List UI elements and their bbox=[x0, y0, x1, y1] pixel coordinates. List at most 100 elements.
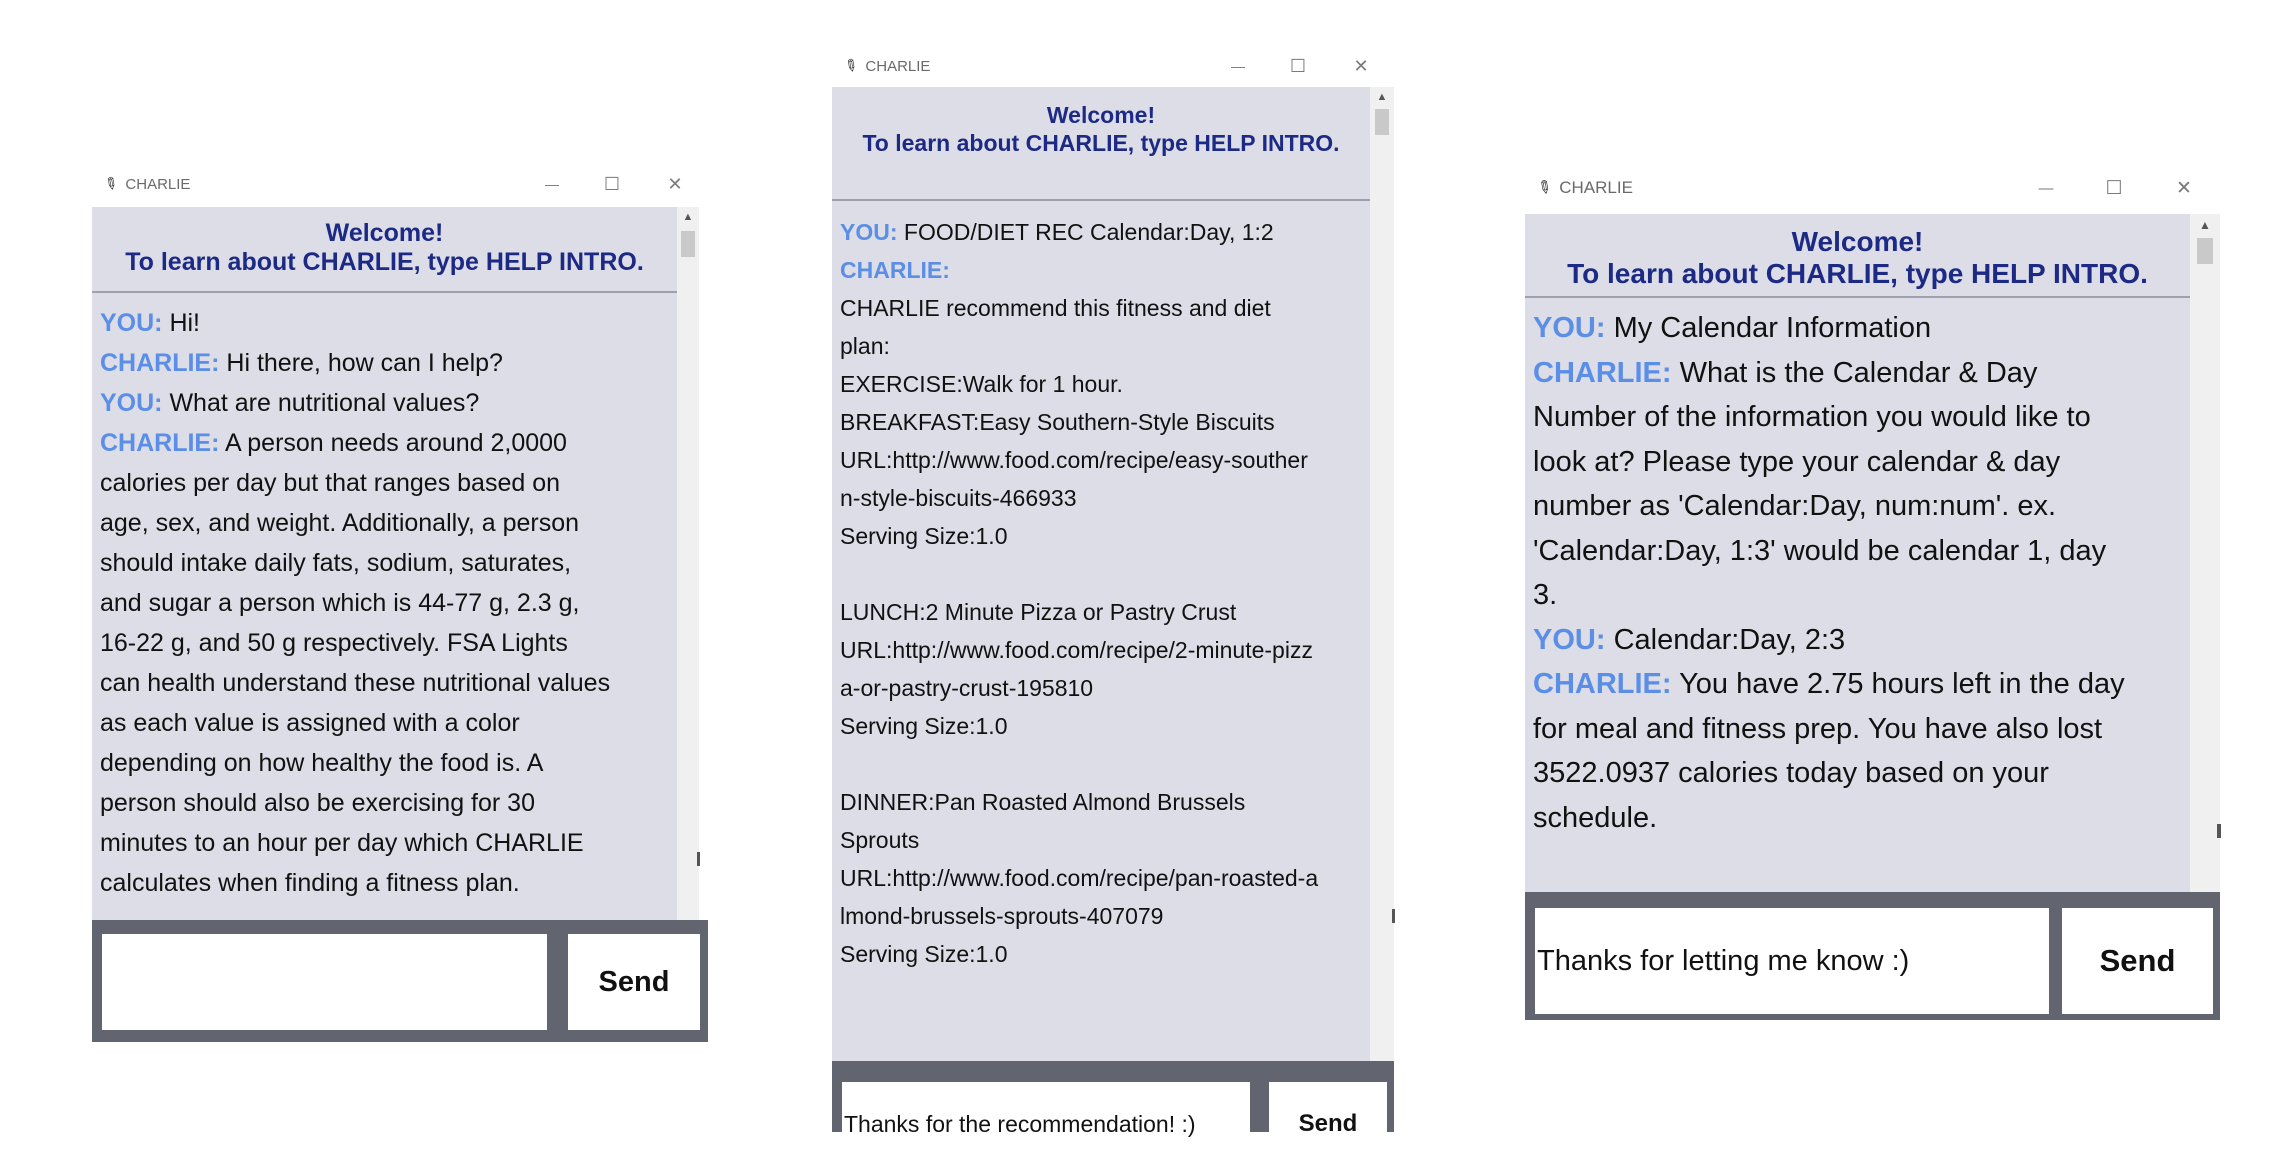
close-icon[interactable]: ✕ bbox=[642, 174, 708, 195]
help-intro-line: To learn about CHARLIE, type HELP INTRO. bbox=[862, 130, 1340, 156]
message-text: URL:http://www.food.com/recipe/easy-sout… bbox=[840, 447, 1308, 473]
input-area: Thanks for the recommendation! :) Send bbox=[832, 1061, 1394, 1166]
message-text: Hi there, how can I help? bbox=[226, 349, 503, 377]
scroll-thumb[interactable] bbox=[2197, 238, 2213, 264]
scroll-position-mark bbox=[1392, 909, 1395, 923]
minimize-icon[interactable]: — bbox=[522, 176, 582, 192]
scroll-thumb[interactable] bbox=[1375, 109, 1389, 135]
scroll-up-arrow[interactable]: ▲ bbox=[1370, 91, 1394, 103]
message-text: Calendar:Day, 2:3 bbox=[1613, 623, 1846, 656]
close-icon[interactable]: ✕ bbox=[2148, 177, 2220, 200]
chat-scrollbar[interactable]: ▲ bbox=[1370, 87, 1395, 1061]
maximize-icon[interactable]: ☐ bbox=[1268, 56, 1328, 77]
message-text: What is the Calendar & Day bbox=[1679, 356, 2038, 389]
message-text: Serving Size:1.0 bbox=[840, 523, 1008, 549]
input-area: Thanks for letting me know :) Send bbox=[1525, 892, 2220, 1020]
welcome-header: Welcome! To learn about CHARLIE, type HE… bbox=[92, 207, 677, 293]
message-text: schedule. bbox=[1533, 801, 1658, 834]
message-text: number as 'Calendar:Day, num:num'. ex. bbox=[1533, 490, 2057, 522]
chat-log[interactable]: YOU: My Calendar Information CHARLIE: Wha… bbox=[1525, 298, 2190, 892]
speaker-label: CHARLIE: bbox=[100, 429, 220, 457]
message-input[interactable]: Thanks for letting me know :) bbox=[1535, 908, 2049, 1014]
speaker-label: YOU: bbox=[100, 309, 163, 337]
chat-message: CHARLIE: CHARLIE recommend this fitness … bbox=[840, 251, 1362, 327]
message-input[interactable] bbox=[102, 934, 547, 1030]
scroll-position-mark bbox=[697, 852, 700, 866]
chat-message: YOU: What are nutritional values? bbox=[100, 383, 669, 423]
message-text: BREAKFAST:Easy Southern-Style Biscuits bbox=[840, 409, 1275, 435]
send-button[interactable]: Send bbox=[2062, 908, 2213, 1014]
chat-log[interactable]: YOU: FOOD/DIET REC Calendar:Day, 1:2 CHAR… bbox=[832, 201, 1370, 1061]
speaker-label: CHARLIE: bbox=[100, 349, 220, 377]
message-text: Sprouts bbox=[840, 827, 920, 853]
message-text: person should also be exercising for 30 bbox=[100, 789, 535, 817]
maximize-icon[interactable]: ☐ bbox=[582, 174, 642, 195]
title-bar[interactable]: ✎ CHARLIE — ☐ ✕ bbox=[92, 168, 708, 200]
message-text: as each value is assigned with a color bbox=[100, 709, 520, 737]
message-text: n-style-biscuits-466933 bbox=[840, 485, 1077, 511]
message-text: DINNER:Pan Roasted Almond Brussels bbox=[840, 789, 1246, 815]
welcome-header: Welcome! To learn about CHARLIE, type HE… bbox=[832, 87, 1370, 201]
chat-scrollbar[interactable]: ▲ bbox=[677, 207, 700, 920]
chat-log[interactable]: YOU: Hi! CHARLIE: Hi there, how can I hel… bbox=[92, 293, 677, 920]
message-text: Serving Size:1.0 bbox=[840, 941, 1008, 967]
speaker-label: CHARLIE: bbox=[840, 257, 950, 283]
speaker-label: YOU: bbox=[1533, 312, 1606, 344]
chat-window-1: ✎ CHARLIE — ☐ ✕ Welcome! To learn about … bbox=[92, 168, 708, 1042]
chat-message: CHARLIE: A person needs around 2,0000 bbox=[100, 423, 669, 463]
message-input[interactable]: Thanks for the recommendation! :) bbox=[842, 1082, 1250, 1166]
send-button[interactable]: Send bbox=[1269, 1082, 1387, 1166]
welcome-line: Welcome! bbox=[1046, 102, 1156, 128]
welcome-line: Welcome! bbox=[325, 219, 444, 247]
message-text: for meal and fitness prep. You have also… bbox=[1533, 712, 2103, 745]
maximize-icon[interactable]: ☐ bbox=[2080, 177, 2148, 200]
chat-message: YOU: My Calendar Information bbox=[1533, 306, 2182, 351]
speaker-label: YOU: bbox=[100, 389, 163, 417]
speaker-label: YOU: bbox=[840, 219, 898, 245]
scroll-up-arrow[interactable]: ▲ bbox=[677, 211, 699, 223]
message-text: CHARLIE recommend this fitness and diet bbox=[840, 295, 1271, 321]
title-bar[interactable]: ✎ CHARLIE — ☐ ✕ bbox=[832, 50, 1394, 82]
message-text: URL:http://www.food.com/recipe/pan-roast… bbox=[840, 865, 1319, 891]
message-text: calories per day but that ranges based o… bbox=[100, 469, 561, 497]
message-text: depending on how healthy the food is. A bbox=[100, 749, 544, 777]
message-text: 'Calendar:Day, 1:3' would be calendar 1,… bbox=[1533, 534, 2107, 567]
speaker-label: CHARLIE: bbox=[1533, 668, 1672, 700]
minimize-icon[interactable]: — bbox=[2012, 180, 2080, 197]
message-text: minutes to an hour per day which CHARLIE bbox=[100, 829, 584, 857]
scroll-up-arrow[interactable]: ▲ bbox=[2190, 218, 2220, 232]
message-text: What are nutritional values? bbox=[169, 389, 480, 417]
send-button[interactable]: Send bbox=[568, 934, 700, 1030]
message-text: plan: bbox=[840, 333, 890, 359]
chat-window-3: ✎ CHARLIE — ☐ ✕ Welcome! To learn about … bbox=[1525, 172, 2221, 1020]
minimize-icon[interactable]: — bbox=[1208, 58, 1268, 74]
chat-message: CHARLIE: You have 2.75 hours left in the… bbox=[1533, 662, 2182, 707]
chat-message: YOU: FOOD/DIET REC Calendar:Day, 1:2 bbox=[840, 213, 1362, 251]
speaker-label: CHARLIE: bbox=[1533, 356, 1672, 389]
input-area: Send bbox=[92, 920, 708, 1042]
welcome-header: Welcome! To learn about CHARLIE, type HE… bbox=[1525, 214, 2190, 298]
chat-scrollbar[interactable]: ▲ bbox=[2190, 214, 2221, 892]
chat-message: YOU: Hi! bbox=[100, 303, 669, 343]
help-intro-line: To learn about CHARLIE, type HELP INTRO. bbox=[125, 248, 644, 276]
speaker-label: YOU: bbox=[1533, 623, 1606, 656]
message-text: lmond-brussels-sprouts-407079 bbox=[840, 903, 1164, 929]
close-icon[interactable]: ✕ bbox=[1328, 56, 1394, 77]
scroll-thumb[interactable] bbox=[681, 231, 695, 257]
message-text: You have 2.75 hours left in the day bbox=[1679, 668, 2125, 700]
message-text bbox=[840, 745, 1362, 783]
message-text: 16-22 g, and 50 g respectively. FSA Ligh… bbox=[100, 629, 568, 657]
scroll-position-mark bbox=[2217, 824, 2221, 838]
title-bar[interactable]: ✎ CHARLIE — ☐ ✕ bbox=[1525, 172, 2220, 204]
chat-message: CHARLIE: What is the Calendar & Day bbox=[1533, 351, 2182, 396]
message-text: calculates when finding a fitness plan. bbox=[100, 869, 520, 897]
window-title: CHARLIE bbox=[865, 57, 931, 75]
message-text: should intake daily fats, sodium, satura… bbox=[100, 549, 572, 577]
message-text: Serving Size:1.0 bbox=[840, 713, 1008, 739]
message-text: FOOD/DIET REC Calendar:Day, 1:2 bbox=[903, 219, 1274, 245]
message-text: look at? Please type your calendar & day bbox=[1533, 445, 2061, 478]
message-text: 3522.0937 calories today based on your bbox=[1533, 757, 2049, 789]
message-text: URL:http://www.food.com/recipe/2-minute-… bbox=[840, 637, 1313, 663]
message-text: My Calendar Information bbox=[1613, 312, 1932, 344]
welcome-line: Welcome! bbox=[1791, 226, 1924, 257]
